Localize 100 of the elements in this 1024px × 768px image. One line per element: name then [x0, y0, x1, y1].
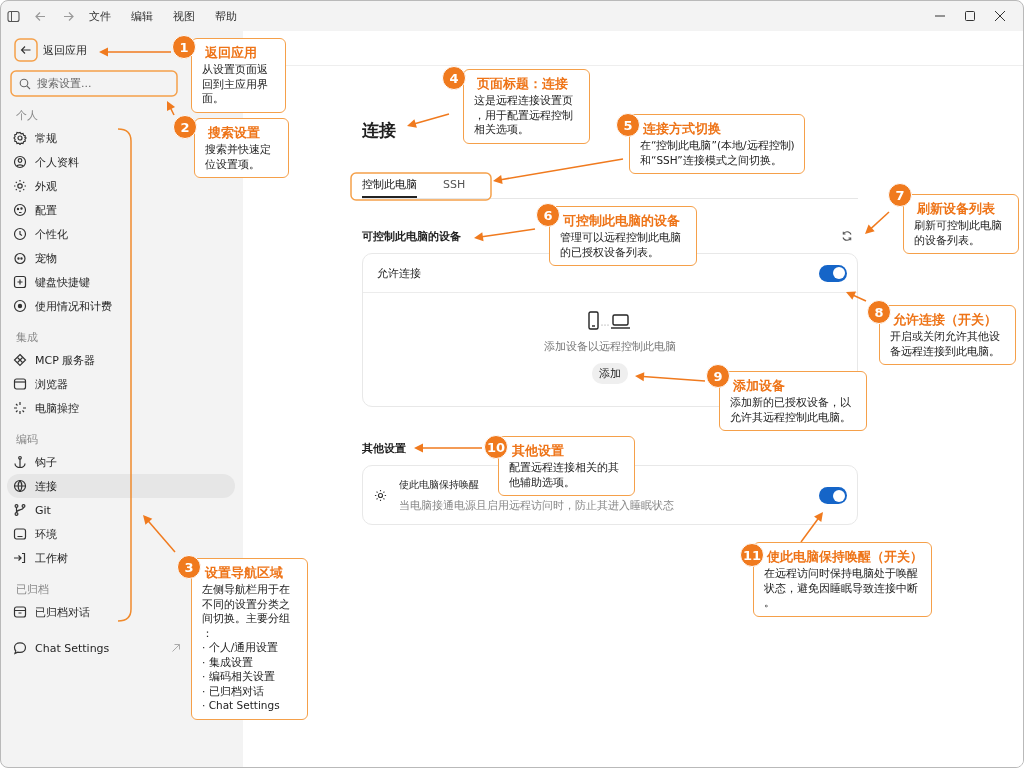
search-field[interactable]: 搜索设置...: [37, 77, 167, 90]
section-heading: 其他设置: [362, 440, 406, 456]
window-icon: [13, 377, 27, 391]
sun-icon: [374, 489, 387, 502]
group-heading: 已归档: [15, 582, 50, 598]
number-badge: 3: [177, 555, 201, 579]
callout-list-item: · 编码相关设置: [202, 669, 275, 684]
annotation-arrow: [846, 291, 867, 302]
refresh-icon[interactable]: [841, 230, 853, 242]
group-heading: 编码: [15, 432, 39, 448]
sidebar-item[interactable]: 工作树: [7, 546, 76, 570]
menu-item[interactable]: 文件: [89, 8, 111, 24]
menu-item[interactable]: 视图: [173, 8, 195, 24]
tab[interactable]: 控制此电脑: [362, 172, 417, 198]
callout-text: 开启或关闭允许其他设备远程连接到此电脑。: [890, 329, 1001, 358]
annotation-arrow: [407, 113, 450, 128]
callout-title: 允许连接（开关）: [892, 311, 998, 328]
sidebar-item[interactable]: 已归档对话: [7, 600, 98, 624]
toggle-switch[interactable]: [819, 264, 847, 282]
external-link-icon: [171, 643, 181, 653]
callout-text: 刷新可控制此电脑的设备列表。: [914, 218, 1003, 247]
callout-text: 搜索并快速定位设置项。: [205, 142, 272, 171]
group-heading: 集成: [15, 330, 39, 346]
callout-list-item: · Chat Settings: [202, 698, 280, 713]
highlight-frame: [14, 38, 38, 62]
sidebar-item[interactable]: 使用情况和计费: [7, 294, 120, 318]
sidebar-item[interactable]: 外观: [7, 174, 65, 198]
callout-title: 添加设备: [732, 377, 786, 394]
gear-icon: [13, 131, 27, 145]
devices-icon: [587, 311, 633, 331]
setting-label: 使此电脑保持唤醒: [399, 478, 479, 492]
annotation-arrow: [414, 443, 483, 453]
anchor-icon: [13, 455, 27, 469]
diamond-icon: [13, 353, 27, 367]
callout-title: 返回应用: [204, 44, 258, 61]
sidebar-toggle-icon[interactable]: [7, 9, 20, 23]
number-badge: 2: [173, 115, 197, 139]
sidebar-item[interactable]: 电脑操控: [7, 396, 87, 420]
group-heading: 个人: [15, 108, 39, 124]
callout-list-item: · 已归档对话: [202, 683, 264, 698]
callout-title: 搜索设置: [207, 124, 261, 141]
sidebar-item[interactable]: 宠物: [7, 246, 65, 270]
callout-text: 在远程访问时保持电脑处于唤醒状态，避免因睡眠导致连接中断。: [764, 566, 919, 610]
callout-text: 管理可以远程控制此电脑的已授权设备列表。: [560, 230, 682, 259]
annotation-arrow: [635, 372, 706, 382]
callout-list-item: · 个人/通用设置: [202, 640, 279, 655]
sparkle-icon: [13, 401, 27, 415]
sidebar-item[interactable]: 个性化: [7, 222, 76, 246]
panel-icon: [13, 527, 27, 541]
annotation-arrow: [474, 228, 536, 242]
sidebar-item[interactable]: MCP 服务器: [7, 348, 104, 372]
tab[interactable]: SSH: [443, 172, 466, 198]
annotation-arrow: [865, 211, 890, 234]
sidebar-item[interactable]: 浏览器: [7, 372, 76, 396]
toggle-switch[interactable]: [819, 487, 847, 504]
archive-icon: [13, 605, 27, 619]
maximize-icon[interactable]: [965, 11, 975, 21]
face-icon: [13, 251, 27, 265]
forward-icon[interactable]: [62, 9, 75, 23]
callout-title: 页面标题：连接: [476, 75, 569, 92]
clock-icon: [13, 227, 27, 241]
search-icon: [19, 77, 31, 90]
sidebar-item[interactable]: 键盘快捷键: [7, 270, 98, 294]
chat-bubble-icon: [13, 641, 27, 655]
sidebar-item[interactable]: 环境: [7, 522, 65, 546]
back-icon[interactable]: [34, 9, 47, 23]
callout-list-item: · 集成设置: [202, 654, 253, 669]
callout-text: 从设置页面返回到主应用界面。: [202, 62, 269, 106]
sidebar-item[interactable]: 配置: [7, 198, 65, 222]
callout-text: 配置远程连接相关的其他辅助选项。: [509, 460, 620, 489]
callout-title: 刷新设备列表: [916, 200, 996, 217]
sidebar-item[interactable]: 钩子: [7, 450, 65, 474]
plus-square-icon: [13, 275, 27, 289]
menu-item[interactable]: 帮助: [215, 8, 237, 24]
globe-icon: [13, 479, 27, 493]
callout-text: 添加新的已授权设备，以允许其远程控制此电脑。: [730, 395, 852, 424]
callout-title: 可控制此电脑的设备: [562, 212, 681, 229]
callout-title: 设置导航区域: [204, 564, 284, 581]
setting-label: 允许连接: [377, 265, 421, 281]
annotation-arrow: [143, 515, 176, 553]
sidebar-item[interactable]: 常规: [7, 126, 65, 150]
callout-title: 使此电脑保持唤醒（开关）: [765, 548, 923, 565]
empty-message: 添加设备以远程控制此电脑: [544, 339, 676, 354]
callout-text: 这是远程连接设置页，用于配置远程控制相关选项。: [474, 93, 574, 137]
record-icon: [13, 299, 27, 313]
branch-icon: [13, 503, 27, 517]
sidebar-item[interactable]: Git: [7, 498, 59, 522]
menu-item[interactable]: 编辑: [131, 8, 153, 24]
back-link[interactable]: 返回应用: [43, 42, 87, 58]
sidebar-item[interactable]: 个人资料: [7, 150, 87, 174]
add-button[interactable]: 添加: [592, 363, 628, 384]
chat-settings-link[interactable]: Chat Settings: [7, 636, 181, 660]
setting-description: 当电脑接通电源且启用远程访问时，防止其进入睡眠状态: [399, 499, 674, 513]
callout-title: 其他设置: [511, 442, 565, 459]
annotation-arrow: [167, 101, 176, 116]
number-badge: 1: [172, 35, 196, 59]
callout-text: 左侧导航栏用于在不同的设置分类之间切换。主要分组：: [202, 582, 291, 640]
sidebar-item[interactable]: 连接: [7, 474, 235, 498]
annotation-arrow: [800, 512, 823, 543]
close-icon[interactable]: [995, 11, 1005, 21]
